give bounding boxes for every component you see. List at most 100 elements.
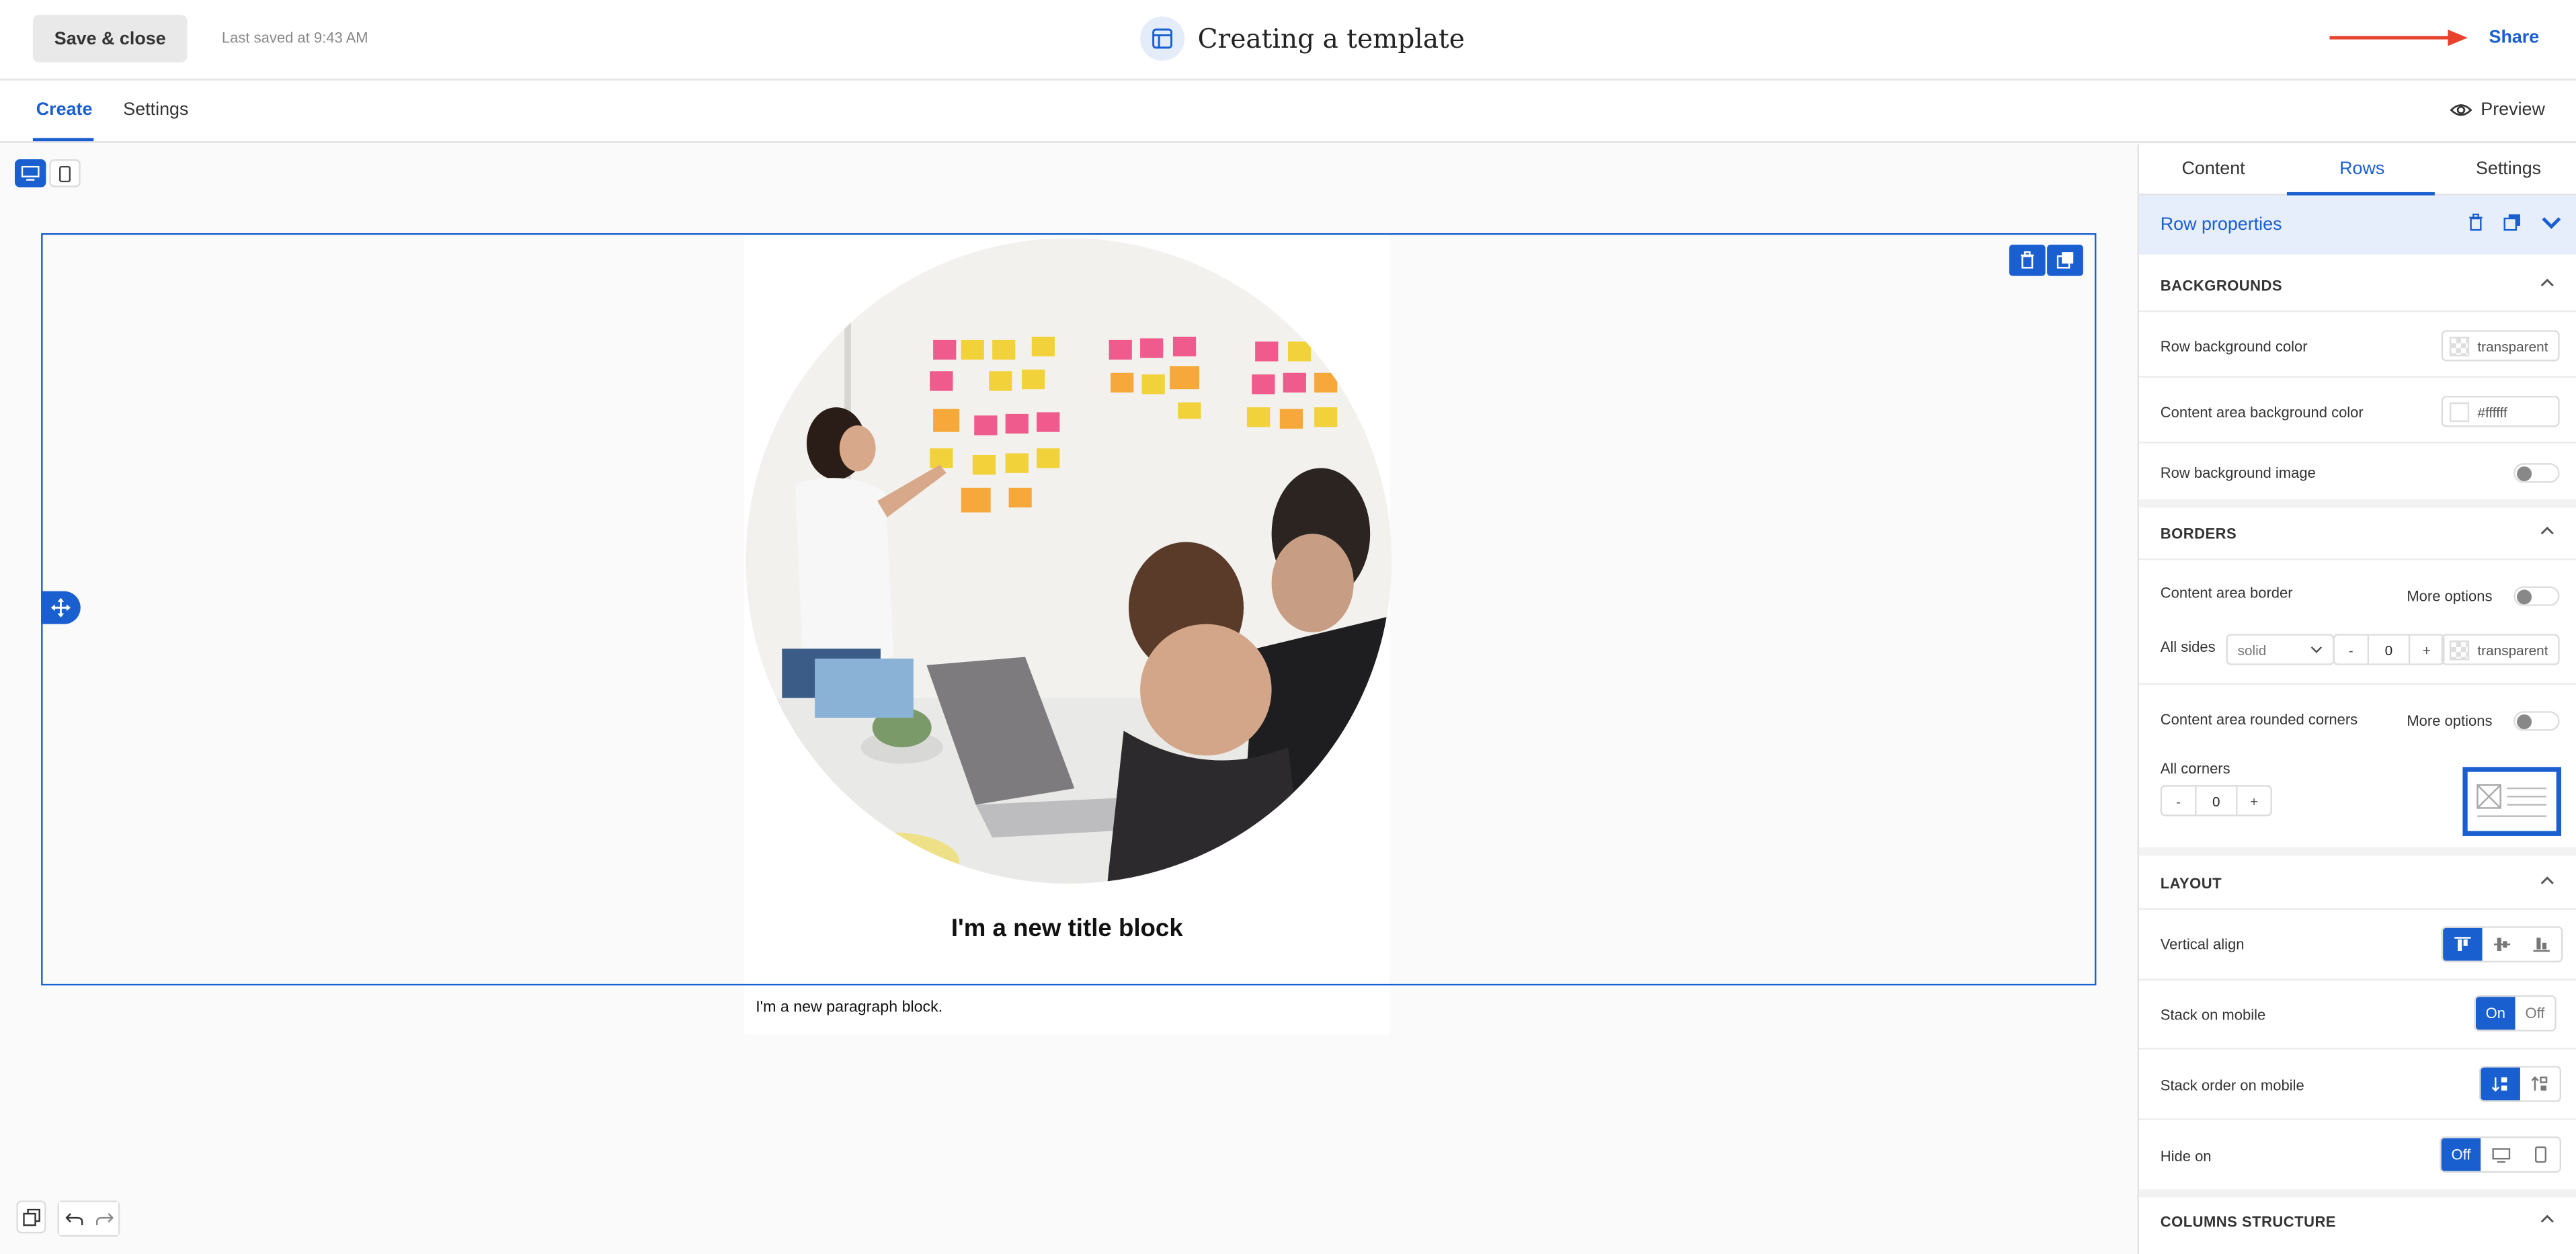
chevron-down-icon — [2310, 646, 2323, 653]
section-divider — [2138, 1189, 2576, 1198]
properties-panel: Content Rows Settings Row properties BAC… — [2137, 144, 2576, 1254]
corner-radius-increment[interactable]: + — [2238, 787, 2271, 815]
row-bg-image-toggle[interactable] — [2513, 463, 2560, 483]
content-bg-color-label: Content area background color — [2160, 404, 2364, 421]
columns-structure-heading: COLUMNS STRUCTURE — [2160, 1214, 2336, 1230]
border-color-field[interactable]: transparent — [2441, 634, 2560, 665]
hide-off-button[interactable]: Off — [2441, 1138, 2481, 1171]
mobile-view-button[interactable] — [49, 159, 81, 187]
redo-button[interactable] — [88, 1202, 118, 1235]
structure-button[interactable] — [16, 1200, 46, 1234]
redo-icon — [95, 1212, 113, 1224]
border-width-stepper[interactable]: - 0 + — [2333, 634, 2445, 665]
divider — [2138, 908, 2576, 910]
top-bar: Save & close Last saved at 9:43 AM Creat… — [0, 0, 2576, 81]
transparent-swatch — [2449, 639, 2470, 660]
corner-radius-stepper[interactable]: - 0 + — [2160, 785, 2272, 817]
red-arrow-annotation — [2329, 29, 2468, 46]
chevron-down-icon[interactable] — [2542, 216, 2561, 229]
preview-button[interactable]: Preview — [2450, 100, 2545, 120]
chevron-up-icon[interactable] — [2540, 876, 2554, 886]
border-width-increment[interactable]: + — [2410, 636, 2443, 664]
tab-settings[interactable]: Settings — [123, 100, 188, 120]
divider — [2138, 1118, 2576, 1120]
duplicate-icon — [2056, 252, 2072, 269]
mobile-icon — [2534, 1146, 2546, 1163]
paragraph-block[interactable]: I'm a new paragraph block. — [756, 999, 942, 1017]
chevron-up-icon[interactable] — [2540, 278, 2554, 288]
border-width-value[interactable]: 0 — [2367, 635, 2411, 664]
team-meeting-photo[interactable] — [746, 238, 1392, 884]
align-bottom-button[interactable] — [2522, 927, 2562, 961]
template-icon — [1140, 16, 1185, 61]
stack-order-reverse-button[interactable] — [2520, 1067, 2560, 1101]
borders-heading: BORDERS — [2160, 526, 2237, 542]
corner-radius-decrement[interactable]: - — [2162, 787, 2195, 815]
all-sides-label: All sides — [2160, 638, 2216, 656]
align-middle-icon — [2493, 937, 2511, 952]
sort-down-icon — [2492, 1077, 2507, 1092]
chevron-up-icon[interactable] — [2540, 1214, 2554, 1224]
trash-icon — [2020, 251, 2034, 269]
undo-button[interactable] — [58, 1202, 89, 1235]
row-bg-image-label: Row background image — [2160, 464, 2316, 482]
hide-mobile-button[interactable] — [2520, 1138, 2560, 1171]
panel-tab-rows[interactable]: Rows — [2339, 159, 2384, 179]
divider — [2138, 978, 2576, 981]
divider — [2138, 310, 2576, 312]
title-block[interactable]: I'm a new title block — [744, 915, 1390, 943]
transparent-swatch — [2449, 335, 2470, 356]
align-middle-button[interactable] — [2482, 927, 2522, 961]
panel-tab-settings[interactable]: Settings — [2476, 159, 2541, 179]
delete-row-button[interactable] — [2009, 245, 2046, 276]
corner-radius-value[interactable]: 0 — [2195, 786, 2238, 815]
device-toggle — [14, 159, 81, 187]
undo-redo-group — [57, 1200, 120, 1237]
duplicate-row-button[interactable] — [2047, 245, 2083, 276]
image-placeholder-icon — [2477, 784, 2547, 817]
vertical-align-control — [2441, 926, 2563, 963]
border-style-value: solid — [2237, 641, 2267, 658]
stack-order-default-button[interactable] — [2481, 1067, 2520, 1101]
border-width-decrement[interactable]: - — [2335, 636, 2368, 664]
hide-on-control: Off — [2440, 1136, 2562, 1173]
save-close-button[interactable]: Save & close — [32, 14, 188, 62]
divider — [2138, 1048, 2576, 1050]
preview-label: Preview — [2481, 100, 2545, 120]
border-style-select[interactable]: solid — [2226, 634, 2335, 665]
chevron-up-icon[interactable] — [2540, 526, 2554, 536]
page-title: Creating a template — [1197, 23, 1465, 54]
layers-icon — [22, 1208, 40, 1226]
undo-icon — [65, 1212, 83, 1224]
stack-off-button[interactable]: Off — [2515, 997, 2555, 1030]
stack-order-label: Stack order on mobile — [2160, 1077, 2304, 1094]
row-bg-color-label: Row background color — [2160, 338, 2308, 355]
hide-desktop-button[interactable] — [2481, 1138, 2520, 1171]
corners-more-options-label: More options — [2407, 712, 2493, 730]
sort-up-icon — [2532, 1076, 2548, 1091]
divider — [2138, 683, 2576, 685]
layout-heading: LAYOUT — [2160, 875, 2222, 892]
desktop-view-button[interactable] — [14, 159, 46, 187]
border-more-options-toggle[interactable] — [2513, 586, 2560, 606]
stack-mobile-toggle: On Off — [2474, 995, 2557, 1032]
panel-tab-content[interactable]: Content — [2181, 159, 2245, 179]
stack-on-button[interactable]: On — [2475, 997, 2515, 1030]
share-button[interactable]: Share — [2489, 28, 2540, 48]
align-top-button[interactable] — [2443, 927, 2483, 961]
row-bg-color-field[interactable]: transparent — [2441, 330, 2560, 362]
row-drag-handle[interactable] — [41, 591, 81, 624]
tab-create[interactable]: Create — [36, 100, 93, 120]
trash-icon[interactable] — [2468, 213, 2484, 232]
border-color-value: transparent — [2477, 641, 2548, 658]
duplicate-icon[interactable] — [2503, 214, 2522, 232]
all-corners-label: All corners — [2160, 760, 2230, 777]
panel-tabs: Content Rows Settings — [2138, 144, 2576, 196]
backgrounds-heading: BACKGROUNDS — [2160, 278, 2283, 294]
row-bg-color-value: transparent — [2477, 337, 2548, 354]
border-more-options-label: More options — [2407, 587, 2493, 605]
corners-more-options-toggle[interactable] — [2513, 711, 2560, 731]
row-properties-header: Row properties — [2138, 195, 2576, 255]
content-bg-color-field[interactable]: #ffffff — [2441, 395, 2560, 427]
align-bottom-icon — [2533, 937, 2550, 952]
